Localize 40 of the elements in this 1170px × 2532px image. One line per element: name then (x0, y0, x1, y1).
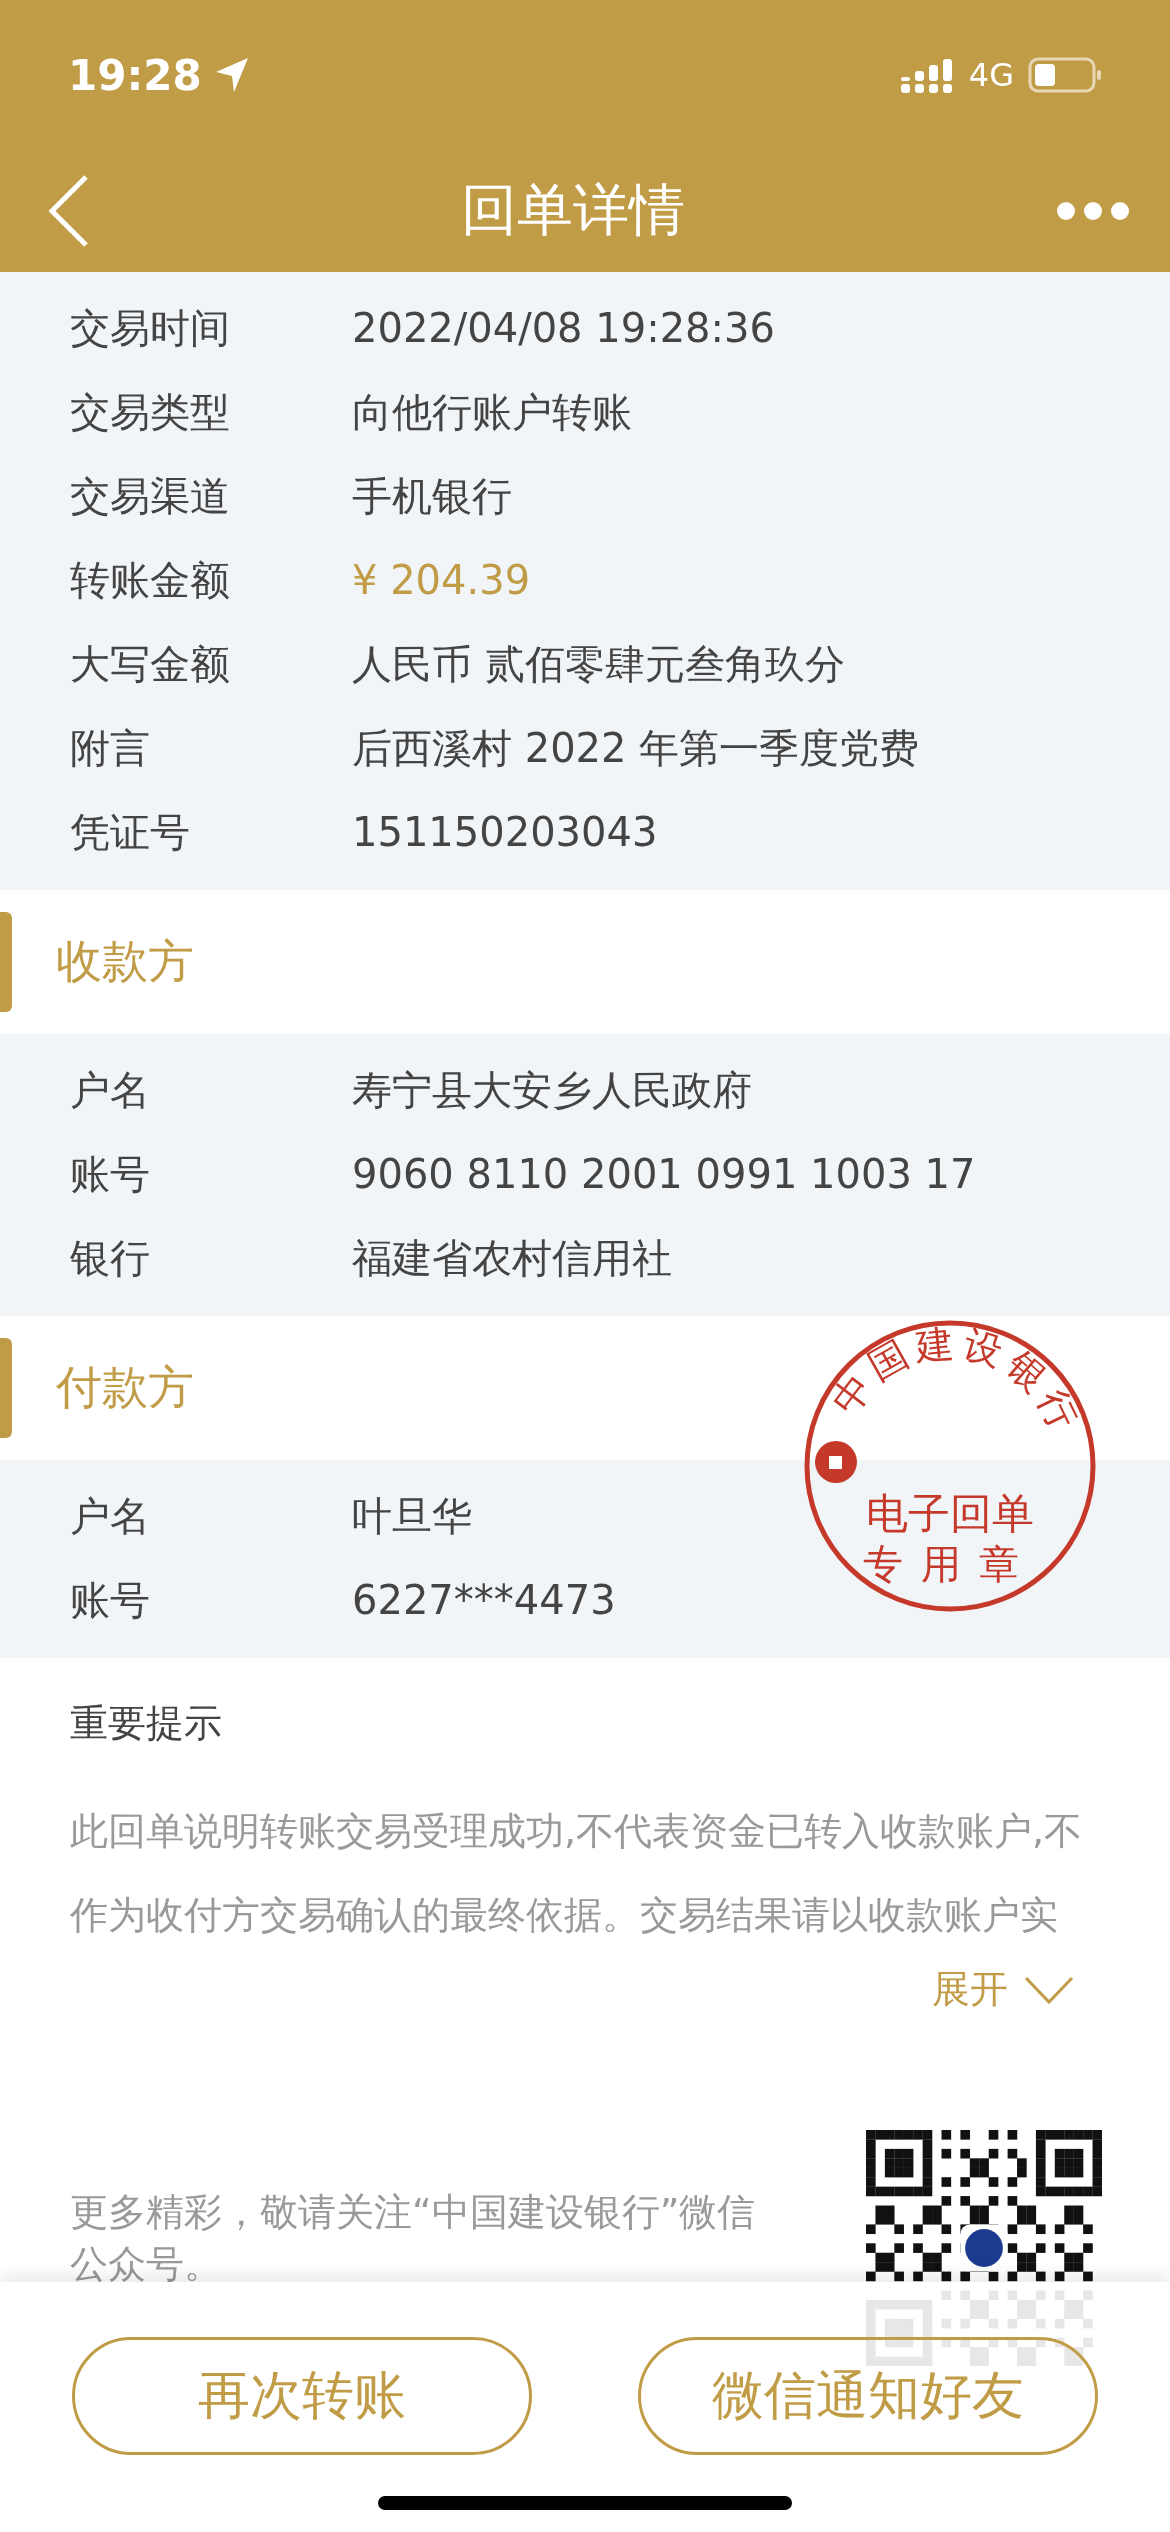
section-title: 收款方 (56, 933, 194, 990)
action-button[interactable]: 微信通知好友 (638, 2337, 1098, 2455)
field-label: 附言 (69, 723, 151, 773)
chevron-down-icon (1024, 1974, 1074, 2005)
notice-text: 此回单说明转账交易受理成功,不代表资金已转入收款账户,不作为收付方交易确认的最终依据。交易结果请以收款账户实 (70, 1808, 1084, 1939)
field-value: 人民币 贰佰零肆元叁角玖分 (352, 639, 845, 689)
field-value: 福建省农村信用社 (352, 1233, 672, 1283)
page-title: 回单详情 (461, 176, 685, 244)
field-label: 银行 (69, 1233, 151, 1283)
battery-icon (1028, 57, 1102, 93)
field-label: 凭证号 (69, 807, 191, 857)
field-value: 151150203043 (352, 809, 658, 855)
expand-button[interactable]: 展开 (926, 1963, 1100, 2016)
field-label: 账号 (69, 1149, 151, 1199)
field-label: 交易时间 (69, 303, 231, 353)
section-title: 付款方 (56, 1359, 194, 1416)
field-label: 交易渠道 (69, 471, 231, 521)
field-label: 户名 (69, 1491, 151, 1541)
field-label: 交易类型 (69, 387, 231, 437)
field-value: 2022/04/08 19:28:36 (352, 305, 775, 351)
field-label: 户名 (69, 1065, 151, 1115)
notice-title: 重要提示 (70, 1700, 223, 1747)
promo-text: 更多精彩，敬请关注“中国建设银行”微信公众号。 (70, 2189, 757, 2288)
signal-icon (900, 57, 955, 93)
field-value: 寿宁县大安乡人民政府 (352, 1065, 752, 1115)
status-time: 19:28 (68, 50, 202, 100)
field-value: ¥ 204.39 (352, 557, 531, 603)
field-value: 9060 8110 2001 0991 1003 17 (352, 1151, 976, 1197)
field-label: 转账金额 (69, 555, 231, 605)
field-value: 6227***4473 (352, 1577, 616, 1623)
field-value: 向他行账户转账 (352, 387, 632, 437)
field-label: 大写金额 (69, 639, 231, 689)
action-button[interactable]: 再次转账 (72, 2337, 532, 2455)
field-label: 账号 (69, 1575, 151, 1625)
more-icon[interactable] (1056, 201, 1130, 221)
field-value: 手机银行 (352, 471, 512, 521)
back-icon[interactable] (46, 173, 90, 249)
network-label: 4G (968, 56, 1014, 94)
field-value: 叶旦华 (352, 1491, 472, 1541)
field-value: 后西溪村 2022 年第一季度党费 (352, 723, 920, 773)
